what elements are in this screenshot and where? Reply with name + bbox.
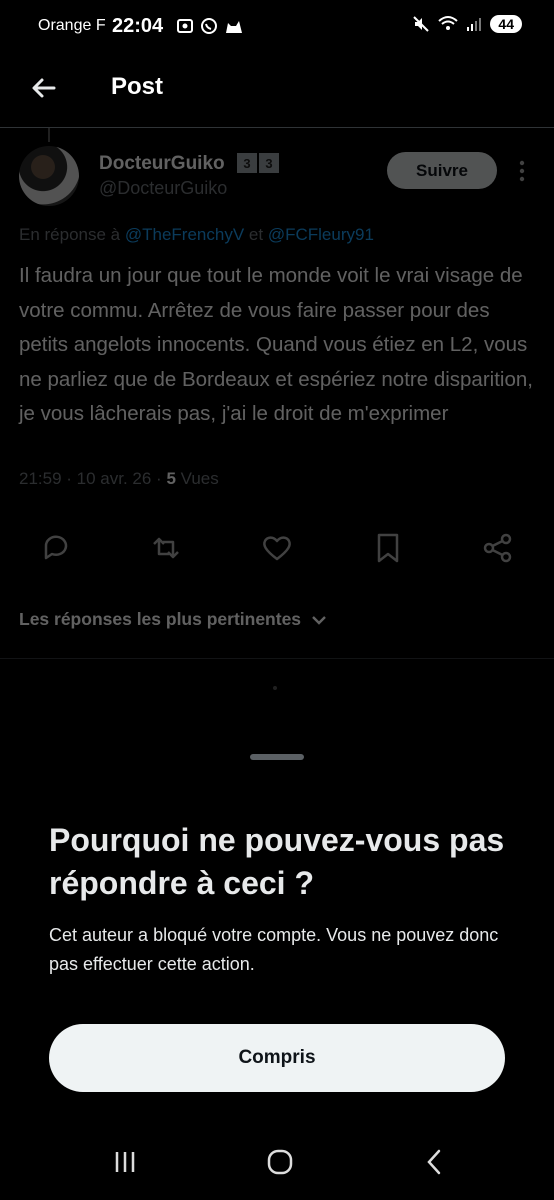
post-meta: 21:59 · 10 avr. 26 · 5 Vues (19, 469, 219, 489)
page-title: Post (111, 73, 164, 100)
status-bar: Orange F 22:04 44 (0, 0, 554, 56)
reply-joiner: et (248, 225, 264, 244)
thread-connector (48, 128, 50, 142)
system-nav-bar (0, 1128, 554, 1200)
bookmark-icon[interactable] (370, 530, 406, 566)
badge: 3 (259, 153, 279, 173)
wifi-icon (438, 16, 459, 30)
like-icon[interactable] (259, 530, 295, 566)
replies-sort-label: Les réponses les plus pertinentes (19, 609, 302, 629)
got-it-button[interactable]: Compris (49, 1024, 505, 1092)
cat-app-icon (226, 21, 242, 33)
screenshot-icon (177, 19, 193, 33)
battery-indicator: 44 (490, 15, 522, 33)
sheet-body: Cet auteur a bloqué votre compte. Vous n… (49, 925, 499, 974)
chevron-down-icon (312, 615, 326, 625)
post-timestamp[interactable]: 21:59 · 10 avr. 26 · (19, 469, 162, 488)
author-handle[interactable]: @DocteurGuiko (99, 178, 227, 199)
action-bar (0, 530, 554, 570)
home-icon[interactable] (260, 1142, 300, 1182)
reply-icon[interactable] (38, 530, 74, 566)
back-arrow-icon[interactable] (28, 72, 60, 104)
clock: 22:04 (112, 15, 164, 37)
sheet-title: Pourquoi ne pouvez-vous pas répondre à c… (49, 822, 505, 901)
mention-link[interactable]: @TheFrenchyV (125, 225, 244, 244)
sheet-drag-handle[interactable] (250, 754, 304, 760)
follow-button[interactable]: Suivre (387, 152, 497, 189)
avatar[interactable] (19, 146, 79, 206)
author-display-name[interactable]: DocteurGuiko (99, 153, 225, 175)
signal-icon (467, 18, 482, 31)
replies-sort-selector[interactable]: Les réponses les plus pertinentes (19, 609, 327, 630)
repost-icon[interactable] (148, 530, 184, 566)
name-badges: 3 3 (237, 153, 279, 173)
whatsapp-icon (201, 18, 217, 34)
more-options-icon[interactable] (514, 158, 530, 184)
views-label: Vues (180, 469, 219, 488)
divider (0, 658, 554, 659)
back-nav-icon[interactable] (414, 1142, 454, 1182)
share-icon[interactable] (480, 530, 516, 566)
reply-prefix: En réponse à (19, 225, 121, 244)
badge: 3 (237, 153, 257, 173)
carrier-label: Orange F (38, 17, 106, 34)
top-bar: Post (0, 60, 554, 116)
recents-icon[interactable] (105, 1142, 145, 1182)
divider (0, 127, 554, 128)
loading-indicator (273, 686, 277, 690)
reply-context: En réponse à @TheFrenchyV et @FCFleury91 (19, 225, 374, 245)
post-text: Il faudra un jour que tout le monde voit… (19, 264, 533, 425)
mute-icon (413, 16, 430, 32)
views-count: 5 (166, 469, 176, 488)
mention-link[interactable]: @FCFleury91 (268, 225, 374, 244)
